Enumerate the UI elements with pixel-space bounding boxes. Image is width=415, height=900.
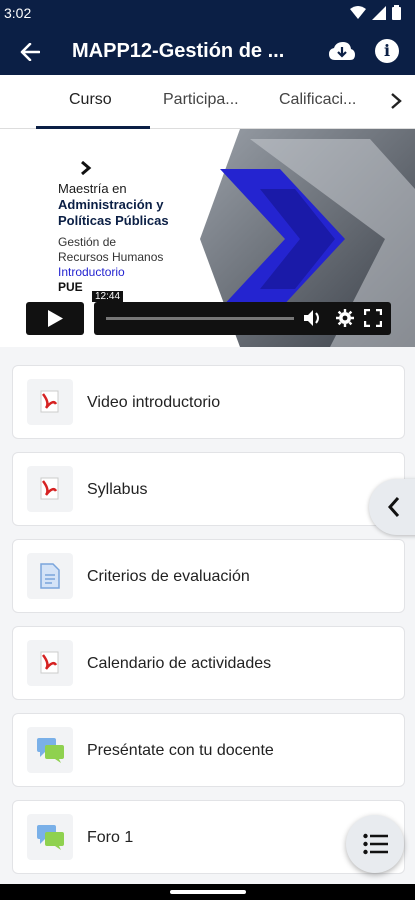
- video-text-line: Administración y: [58, 197, 164, 212]
- video-time-tooltip: 12:44: [92, 291, 124, 302]
- chevron-right-icon: [81, 161, 92, 175]
- fullscreen-icon[interactable]: [364, 309, 382, 327]
- info-button[interactable]: i: [375, 39, 399, 63]
- list-item[interactable]: Video introductorio: [12, 365, 405, 439]
- list-item[interactable]: Criterios de evaluación: [12, 539, 405, 613]
- list-item-label: Preséntate con tu docente: [87, 742, 274, 759]
- tab-curso[interactable]: Curso: [69, 91, 112, 109]
- tab-calificaciones[interactable]: Calificaci...: [279, 91, 356, 109]
- video-text-line: PUE: [58, 280, 83, 294]
- list-item[interactable]: Preséntate con tu docente: [12, 713, 405, 787]
- wifi-icon: [350, 5, 366, 19]
- page-title: MAPP12-Gestión de ...: [72, 40, 285, 62]
- list-item-label: Foro 1: [87, 829, 134, 846]
- list-icon: [363, 833, 388, 855]
- app-bar: 3:02 MAPP12-Gestión de ... i: [0, 0, 415, 75]
- file-icon: [27, 553, 73, 599]
- chevron-left-icon: [387, 497, 400, 517]
- pdf-icon: [27, 379, 73, 425]
- tabs-scroll-right-button[interactable]: [389, 91, 409, 113]
- video-title-overlay: Maestría en Administración y Políticas P…: [58, 181, 208, 295]
- screen: 3:02 MAPP12-Gestión de ... i Curso Parti…: [0, 0, 415, 900]
- cloud-download-icon: [329, 42, 355, 60]
- video-text-line: Recursos Humanos: [58, 250, 164, 264]
- battery-icon: [392, 5, 401, 20]
- forum-icon: [27, 814, 73, 860]
- video-progress-bar[interactable]: [106, 317, 294, 320]
- home-gesture-handle[interactable]: [170, 890, 246, 894]
- play-button[interactable]: [26, 302, 84, 335]
- video-controls: [94, 302, 391, 335]
- course-index-button[interactable]: [346, 815, 404, 873]
- play-icon: [48, 310, 63, 327]
- tab-bar: Curso Participa... Calificaci...: [0, 75, 415, 129]
- signal-icon: [372, 5, 386, 20]
- pdf-icon: [27, 640, 73, 686]
- status-time: 3:02: [4, 5, 32, 21]
- video-text-line: Introductorio: [58, 265, 125, 279]
- download-button[interactable]: [328, 40, 356, 64]
- info-icon: i: [383, 41, 391, 60]
- arrow-left-icon: [20, 43, 40, 61]
- list-item-label: Criterios de evaluación: [87, 568, 250, 585]
- back-button[interactable]: [14, 38, 46, 66]
- video-text-line: Gestión de: [58, 235, 117, 249]
- video-text-line: Maestría en: [58, 181, 127, 196]
- open-drawer-button[interactable]: [369, 479, 415, 535]
- status-bar: 3:02: [0, 0, 415, 28]
- pdf-icon: [27, 466, 73, 512]
- tab-participantes[interactable]: Participa...: [163, 91, 239, 109]
- settings-gear-icon[interactable]: [335, 308, 355, 328]
- list-item-label: Syllabus: [87, 481, 148, 498]
- video-player[interactable]: Maestría en Administración y Políticas P…: [0, 129, 415, 347]
- status-icons: [350, 5, 401, 20]
- list-item-label: Video introductorio: [87, 394, 221, 411]
- forum-icon: [27, 727, 73, 773]
- video-text-line: Políticas Públicas: [58, 213, 169, 228]
- system-nav-bar: [0, 884, 415, 900]
- chevron-right-icon: [391, 93, 402, 109]
- list-item-label: Calendario de actividades: [87, 655, 272, 672]
- list-item[interactable]: Calendario de actividades: [12, 626, 405, 700]
- volume-icon[interactable]: [302, 308, 324, 328]
- list-item[interactable]: Syllabus: [12, 452, 405, 526]
